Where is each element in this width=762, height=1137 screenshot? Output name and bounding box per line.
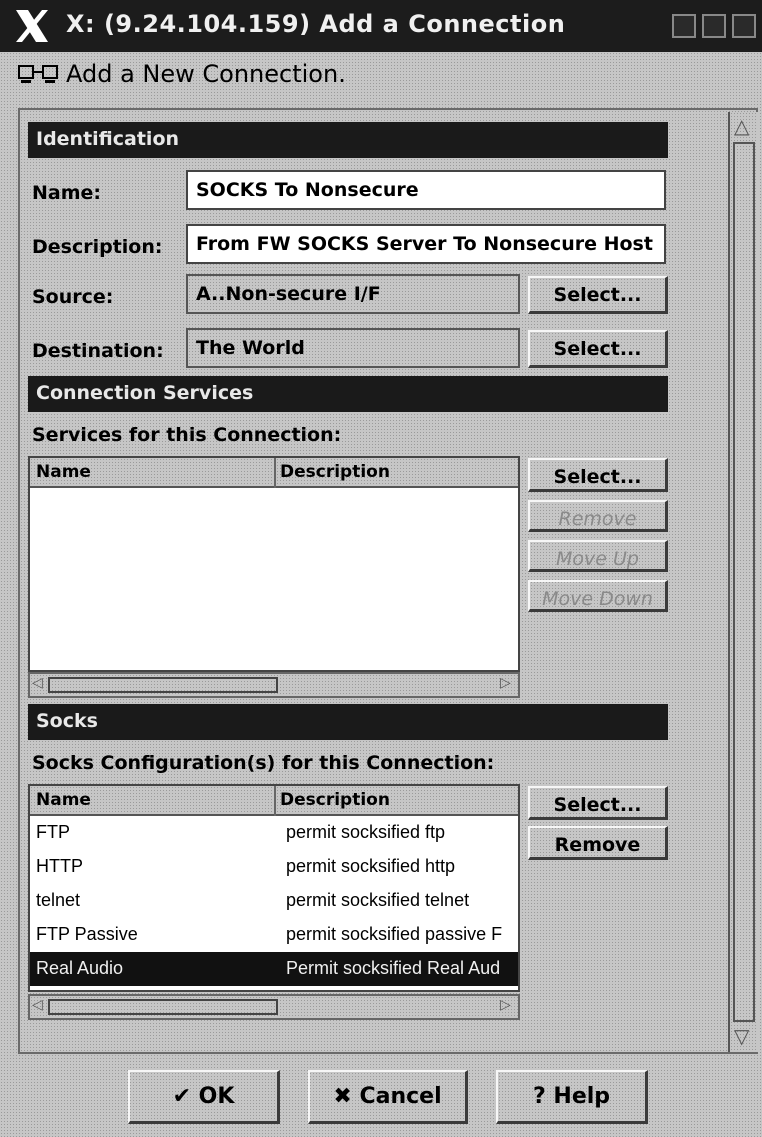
cancel-x-icon: ✖ bbox=[333, 1084, 352, 1109]
socks-hscrollbar[interactable]: ◁ ▷ bbox=[28, 994, 520, 1020]
row-description: permit socksified passive F bbox=[286, 924, 503, 944]
scroll-left-icon[interactable]: ◁ bbox=[32, 996, 43, 1013]
row-name: telnet bbox=[36, 890, 81, 910]
x-logo-icon bbox=[16, 10, 48, 42]
socks-col-description[interactable]: Description bbox=[280, 790, 390, 810]
scroll-thumb[interactable] bbox=[48, 999, 278, 1015]
services-list[interactable]: Name Description bbox=[28, 456, 520, 672]
destination-label: Destination: bbox=[32, 340, 164, 362]
destination-select-button[interactable]: Select... bbox=[528, 330, 668, 368]
scroll-up-icon[interactable]: △ bbox=[734, 114, 749, 139]
maximize-button[interactable] bbox=[702, 14, 726, 38]
move-down-button[interactable]: Move Down bbox=[528, 580, 668, 612]
column-divider bbox=[274, 786, 276, 816]
table-row[interactable]: FTP permit socksified ftp bbox=[30, 816, 518, 850]
name-field[interactable]: SOCKS To Nonsecure bbox=[186, 170, 666, 210]
row-description: permit socksified http bbox=[286, 856, 456, 876]
checkmark-icon: ✔ bbox=[172, 1084, 191, 1109]
row-name: FTP bbox=[36, 822, 70, 842]
cancel-label: Cancel bbox=[359, 1084, 442, 1109]
services-select-button[interactable]: Select... bbox=[528, 458, 668, 492]
title-bar: X: (9.24.104.159) Add a Connection bbox=[0, 0, 762, 52]
row-description: permit socksified telnet bbox=[286, 890, 470, 910]
source-label: Source: bbox=[32, 286, 114, 308]
row-description: permit socksified ftp bbox=[286, 822, 446, 842]
table-row[interactable]: HTTP permit socksified http bbox=[30, 850, 518, 884]
services-remove-button[interactable]: Remove bbox=[528, 500, 668, 532]
services-list-label: Services for this Connection: bbox=[32, 424, 342, 446]
scroll-thumb[interactable] bbox=[733, 142, 755, 1022]
services-list-header: Name Description bbox=[30, 458, 518, 488]
row-description: Permit socksified Real Aud bbox=[286, 958, 501, 978]
ok-label: OK bbox=[198, 1084, 235, 1109]
scroll-left-icon[interactable]: ◁ bbox=[32, 674, 43, 691]
source-field: A..Non-secure I/F bbox=[186, 274, 520, 314]
row-name: HTTP bbox=[36, 856, 83, 876]
scroll-down-icon[interactable]: ▽ bbox=[734, 1024, 749, 1049]
services-col-description[interactable]: Description bbox=[280, 462, 390, 482]
socks-select-button[interactable]: Select... bbox=[528, 786, 668, 820]
help-button[interactable]: ? Help bbox=[496, 1070, 648, 1124]
description-label: Description: bbox=[32, 236, 163, 258]
minimize-button[interactable] bbox=[672, 14, 696, 38]
vertical-scrollbar[interactable]: △ ▽ bbox=[728, 112, 758, 1052]
dialog-heading: Add a New Connection. bbox=[66, 60, 346, 88]
question-mark-icon: ? bbox=[532, 1084, 546, 1109]
services-col-name[interactable]: Name bbox=[36, 462, 91, 482]
column-divider bbox=[274, 458, 276, 488]
socks-list[interactable]: Name Description FTP permit socksified f… bbox=[28, 784, 520, 992]
close-window-button[interactable] bbox=[732, 14, 756, 38]
cancel-button[interactable]: ✖ Cancel bbox=[308, 1070, 468, 1124]
table-row-selected[interactable]: Real Audio Permit socksified Real Aud bbox=[30, 952, 518, 986]
scroll-frame: Identification Name: SOCKS To Nonsecure … bbox=[18, 108, 758, 1054]
move-up-button[interactable]: Move Up bbox=[528, 540, 668, 572]
section-socks: Socks bbox=[28, 704, 668, 740]
network-connection-icon bbox=[18, 64, 58, 93]
socks-list-label: Socks Configuration(s) for this Connecti… bbox=[32, 752, 495, 774]
table-row[interactable]: FTP Passive permit socksified passive F bbox=[30, 918, 518, 952]
socks-col-name[interactable]: Name bbox=[36, 790, 91, 810]
scroll-right-icon[interactable]: ▷ bbox=[500, 996, 511, 1013]
scroll-thumb[interactable] bbox=[48, 677, 278, 693]
help-label: Help bbox=[553, 1084, 611, 1109]
description-field[interactable]: From FW SOCKS Server To Nonsecure Host bbox=[186, 224, 666, 264]
table-row[interactable]: telnet permit socksified telnet bbox=[30, 884, 518, 918]
ok-button[interactable]: ✔ OK bbox=[128, 1070, 280, 1124]
destination-field: The World bbox=[186, 328, 520, 368]
row-name: Real Audio bbox=[36, 958, 124, 978]
socks-remove-button[interactable]: Remove bbox=[528, 826, 668, 860]
scroll-right-icon[interactable]: ▷ bbox=[500, 674, 511, 691]
source-select-button[interactable]: Select... bbox=[528, 276, 668, 314]
name-label: Name: bbox=[32, 182, 102, 204]
window-title: X: (9.24.104.159) Add a Connection bbox=[66, 10, 566, 38]
row-name: FTP Passive bbox=[36, 924, 138, 944]
socks-list-header: Name Description bbox=[30, 786, 518, 816]
section-identification: Identification bbox=[28, 122, 668, 158]
services-hscrollbar[interactable]: ◁ ▷ bbox=[28, 672, 520, 698]
section-connection-services: Connection Services bbox=[28, 376, 668, 412]
